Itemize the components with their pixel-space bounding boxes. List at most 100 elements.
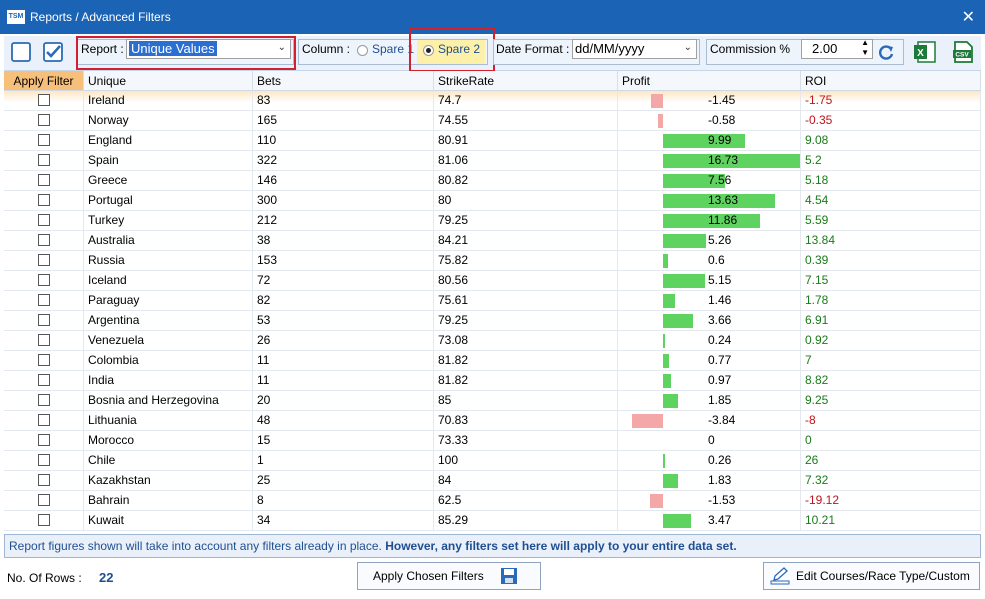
profit-cell: 9.99 [618,131,801,150]
table-row[interactable]: Norway 165 74.55 -0.58 -0.35 [4,111,981,131]
unique-cell: Venezuela [84,331,253,350]
roi-cell: 9.08 [801,131,981,150]
table-row[interactable]: Greece 146 80.82 7.56 5.18 [4,171,981,191]
table-row[interactable]: Venezuela 26 73.08 0.24 0.92 [4,331,981,351]
table-row[interactable]: India 11 81.82 0.97 8.82 [4,371,981,391]
unique-cell: Morocco [84,431,253,450]
profit-cell: 0 [618,431,801,450]
unique-cell: Chile [84,451,253,470]
column-header-apply-filter[interactable]: Apply Filter [4,71,84,91]
strikerate-cell: 81.82 [434,351,618,370]
apply-filter-checkbox[interactable] [38,454,50,466]
apply-filter-checkbox[interactable] [38,294,50,306]
apply-filter-cell [4,231,84,250]
unique-cell: Portugal [84,191,253,210]
table-row[interactable]: Iceland 72 80.56 5.15 7.15 [4,271,981,291]
close-icon[interactable]: ✕ [962,7,975,27]
export-excel-button[interactable]: X [912,39,940,67]
table-row[interactable]: Chile 1 100 0.26 26 [4,451,981,471]
pencil-icon [770,567,790,585]
commission-stepper[interactable]: 2.00 ▲ ▼ [801,38,873,59]
apply-filter-cell [4,311,84,330]
apply-filter-checkbox[interactable] [38,394,50,406]
roi-cell: 7.32 [801,471,981,490]
apply-filter-checkbox[interactable] [38,334,50,346]
date-format-select[interactable]: dd/MM/yyyy ⌄ [572,39,697,59]
bets-cell: 11 [253,371,434,390]
profit-value: 11.86 [708,213,738,227]
column-header-bets[interactable]: Bets [253,71,434,91]
export-csv-button[interactable]: CSV [950,39,978,67]
column-header-strikerate[interactable]: StrikeRate [434,71,618,91]
unique-cell: England [84,131,253,150]
apply-filter-checkbox[interactable] [38,254,50,266]
edit-courses-button[interactable]: Edit Courses/Race Type/Custom [763,562,980,590]
table-row[interactable]: Morocco 15 73.33 0 0 [4,431,981,451]
report-highlight [76,36,296,70]
apply-filter-checkbox[interactable] [38,314,50,326]
apply-filter-checkbox[interactable] [38,114,50,126]
profit-value: 9.99 [708,133,732,147]
profit-value: 7.56 [708,173,732,187]
table-row[interactable]: Colombia 11 81.82 0.77 7 [4,351,981,371]
bets-cell: 153 [253,251,434,270]
profit-bar [663,374,671,388]
table-row[interactable]: Spain 322 81.06 16.73 5.2 [4,151,981,171]
column-header-unique[interactable]: Unique [84,71,253,91]
table-row[interactable]: Portugal 300 80 13.63 4.54 [4,191,981,211]
apply-filter-checkbox[interactable] [38,154,50,166]
table-row[interactable]: Bahrain 8 62.5 -1.53 -19.12 [4,491,981,511]
apply-filter-checkbox[interactable] [38,194,50,206]
spare1-radio[interactable] [357,45,368,56]
profit-bar [663,474,678,488]
svg-text:X: X [917,48,924,59]
refresh-button[interactable] [876,43,898,65]
unique-cell: Lithuania [84,411,253,430]
column-header-roi[interactable]: ROI [801,71,981,91]
apply-filter-checkbox[interactable] [38,514,50,526]
apply-filter-checkbox[interactable] [38,274,50,286]
apply-filter-checkbox[interactable] [38,174,50,186]
apply-filter-checkbox[interactable] [38,414,50,426]
profit-cell: 3.66 [618,311,801,330]
strikerate-cell: 62.5 [434,491,618,510]
profit-value: 3.66 [708,313,732,327]
apply-filters-button[interactable]: Apply Chosen Filters [357,562,541,590]
apply-filter-checkbox[interactable] [38,494,50,506]
roi-cell: 7.15 [801,271,981,290]
apply-filter-checkbox[interactable] [38,474,50,486]
apply-filter-checkbox[interactable] [38,374,50,386]
date-format-value: dd/MM/yyyy [575,41,645,56]
apply-filter-checkbox[interactable] [38,234,50,246]
profit-cell: -3.84 [618,411,801,430]
apply-filter-checkbox[interactable] [38,134,50,146]
apply-filter-checkbox[interactable] [38,354,50,366]
table-row[interactable]: Kuwait 34 85.29 3.47 10.21 [4,511,981,531]
apply-filter-checkbox[interactable] [38,94,50,106]
profit-value: 13.63 [708,193,739,207]
stepper-down-icon[interactable]: ▼ [861,48,869,57]
table-row[interactable]: Lithuania 48 70.83 -3.84 -8 [4,411,981,431]
excel-icon: X [914,41,936,63]
stepper-up-icon[interactable]: ▲ [861,38,869,47]
table-row[interactable]: Australia 38 84.21 5.26 13.84 [4,231,981,251]
table-row[interactable]: Russia 153 75.82 0.6 0.39 [4,251,981,271]
check-all-button[interactable] [41,40,67,66]
apply-filter-checkbox[interactable] [38,434,50,446]
table-row[interactable]: Ireland 83 74.7 -1.45 -1.75 [4,91,981,111]
table-row[interactable]: England 110 80.91 9.99 9.08 [4,131,981,151]
bets-cell: 15 [253,431,434,450]
apply-filter-checkbox[interactable] [38,214,50,226]
uncheck-all-button[interactable] [9,40,35,66]
table-row[interactable]: Bosnia and Herzegovina 20 85 1.85 9.25 [4,391,981,411]
roi-cell: 0.92 [801,331,981,350]
table-row[interactable]: Paraguay 82 75.61 1.46 1.78 [4,291,981,311]
table-row[interactable]: Argentina 53 79.25 3.66 6.91 [4,311,981,331]
rows-count-label: No. Of Rows : [7,571,82,585]
table-row[interactable]: Turkey 212 79.25 11.86 5.59 [4,211,981,231]
apply-filters-label: Apply Chosen Filters [373,569,484,583]
bets-cell: 1 [253,451,434,470]
info-notice: Report figures shown will take into acco… [4,534,981,558]
column-header-profit[interactable]: Profit [618,71,801,91]
table-row[interactable]: Kazakhstan 25 84 1.83 7.32 [4,471,981,491]
